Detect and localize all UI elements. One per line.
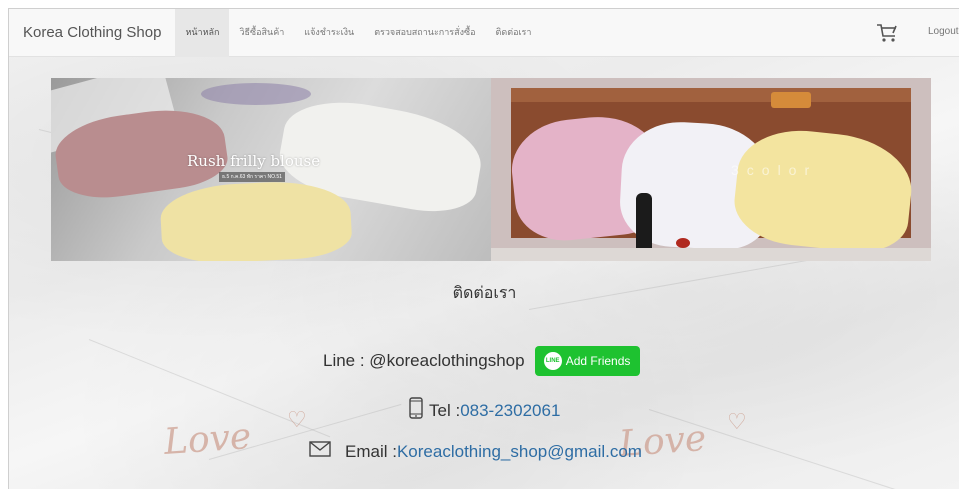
tel-contact-row: Tel : 083-2302061 xyxy=(409,397,560,424)
hero-banner: Rush frilly blouse ธ.5 ก.ค.63 ทัก ราคา N… xyxy=(51,78,931,261)
banner-subcaption: ธ.5 ก.ค.63 ทัก ราคา NO.51 xyxy=(219,172,285,182)
tel-label: Tel : xyxy=(429,400,461,420)
mobile-phone-icon xyxy=(409,397,423,424)
nav-item-how-to-buy[interactable]: วิธีซื้อสินค้า xyxy=(229,9,294,57)
add-friends-button[interactable]: LINE Add Friends xyxy=(534,346,640,376)
tel-number-link[interactable]: 083-2302061 xyxy=(460,401,560,421)
email-address-link[interactable]: Koreaclothing_shop@gmail.com xyxy=(397,442,642,462)
page-frame: Korea Clothing Shop หน้าหลัก วิธีซื้อสิน… xyxy=(8,8,959,489)
logout-link[interactable]: Logout xyxy=(928,26,959,37)
decor-heart-right-icon: ♡ xyxy=(727,409,747,434)
line-contact-row: Line : @koreaclothingshop LINE Add Frien… xyxy=(323,346,640,376)
contact-title: ติดต่อเรา xyxy=(452,283,517,302)
line-logo-icon: LINE xyxy=(543,352,562,370)
banner-caption: Rush frilly blouse xyxy=(187,152,321,170)
banner-image-left: Rush frilly blouse ธ.5 ก.ค.63 ทัก ราคา N… xyxy=(51,78,491,261)
nav-item-contact[interactable]: ติดต่อเรา xyxy=(486,9,542,57)
add-friends-label: Add Friends xyxy=(565,354,631,368)
banner-image-right: 3color xyxy=(491,78,931,261)
line-id-text: Line : @koreaclothingshop xyxy=(323,351,525,370)
decor-love-left: Love xyxy=(162,416,253,463)
shopping-cart-icon[interactable] xyxy=(875,21,899,45)
brand-link[interactable]: Korea Clothing Shop xyxy=(23,24,161,41)
top-navbar: Korea Clothing Shop หน้าหลัก วิธีซื้อสิน… xyxy=(9,9,959,57)
email-contact-row: Email : Koreaclothing_shop@gmail.com xyxy=(309,441,642,462)
decor-heart-left-icon: ♡ xyxy=(287,407,307,432)
nav-item-home[interactable]: หน้าหลัก xyxy=(175,9,230,57)
banner-color-tag: 3color xyxy=(731,162,818,178)
nav-item-order-status[interactable]: ตรวจสอบสถานะการสั่งซื้อ xyxy=(364,9,485,57)
envelope-icon xyxy=(309,441,331,462)
nav-item-payment-notice[interactable]: แจ้งชำระเงิน xyxy=(294,9,364,57)
email-label: Email : xyxy=(345,441,397,461)
